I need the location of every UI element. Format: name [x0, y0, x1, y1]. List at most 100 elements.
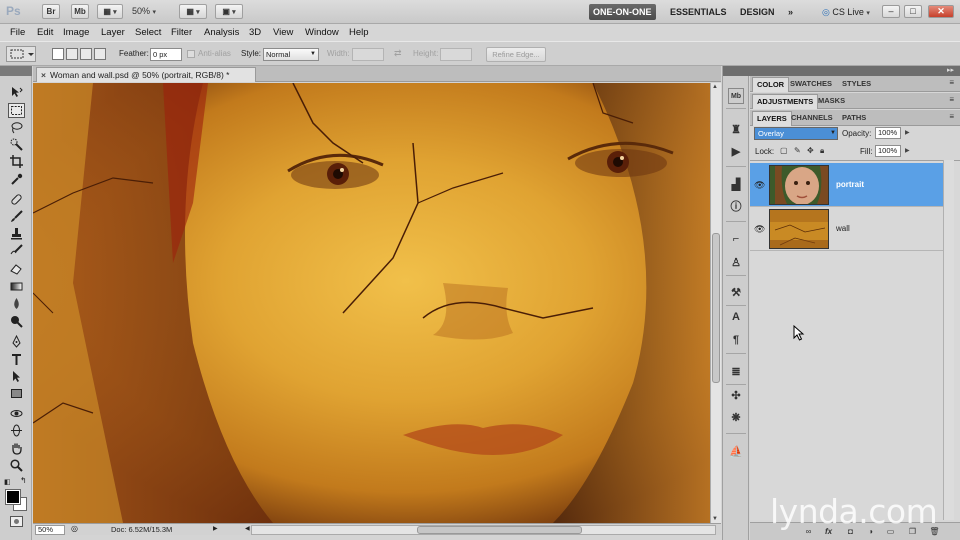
brushes-icon[interactable]: ⌐	[728, 231, 744, 247]
extras-menu-button[interactable]: ▦ ▾	[97, 4, 123, 19]
status-zoom-field[interactable]: 50%	[35, 525, 65, 535]
cs-live-button[interactable]: ◎ CS Live ▾	[822, 4, 870, 20]
tab-swatches[interactable]: SWATCHES	[786, 77, 836, 92]
panel-menu-icon[interactable]: ≡	[949, 78, 954, 87]
actions-icon[interactable]: ▶	[728, 143, 744, 159]
crop-icon[interactable]	[8, 154, 25, 169]
info-icon[interactable]: ⓘ	[728, 198, 744, 214]
default-colors-icon[interactable]: ◧	[4, 478, 11, 486]
layer-name-portrait[interactable]: portrait	[836, 180, 864, 189]
clone-source-icon[interactable]: ♙	[728, 254, 744, 270]
style-select[interactable]: Normal ▼	[263, 48, 319, 61]
screen-mode-button[interactable]: ▣ ▾	[215, 4, 243, 19]
quick-mask-button[interactable]	[10, 516, 23, 527]
tool-presets-icon[interactable]: ⚒	[728, 284, 744, 300]
zoom-icon[interactable]	[8, 458, 25, 473]
dock-grip[interactable]	[723, 66, 750, 76]
notes-icon[interactable]: ≣	[728, 363, 744, 379]
history-icon[interactable]: ♜	[728, 121, 744, 137]
menu-window[interactable]: Window	[305, 27, 339, 38]
lock-all-icon[interactable]: 🔒︎	[820, 146, 829, 155]
blend-mode-select[interactable]: Overlay	[754, 127, 838, 140]
paragraph-icon[interactable]: ¶	[728, 332, 744, 348]
refine-edge-button[interactable]: Refine Edge...	[486, 47, 546, 62]
swap-dimensions-icon[interactable]: ⇄	[394, 48, 402, 59]
navigator-icon[interactable]: ⛵	[728, 443, 744, 459]
tool-preset-picker[interactable]	[6, 46, 36, 62]
menu-filter[interactable]: Filter	[171, 27, 192, 38]
collapse-panels-icon[interactable]: ▸▸	[947, 66, 954, 74]
type-icon[interactable]	[8, 352, 25, 367]
close-button[interactable]: ✕	[928, 5, 954, 18]
hand-icon[interactable]	[8, 441, 25, 456]
maximize-button[interactable]: □	[904, 5, 922, 18]
visibility-eye-icon[interactable]: 👁︎	[754, 180, 765, 191]
panel-menu-icon[interactable]: ≡	[949, 95, 954, 104]
workspace-design[interactable]: DESIGN	[740, 4, 775, 20]
history-brush-icon[interactable]	[8, 243, 25, 258]
foreground-color-swatch[interactable]	[5, 489, 21, 505]
tab-adjustments[interactable]: ADJUSTMENTS	[752, 94, 819, 109]
lock-position-icon[interactable]: ✥	[807, 146, 816, 155]
menu-image[interactable]: Image	[63, 27, 89, 38]
status-menu-arrow-icon[interactable]: ▶	[213, 525, 218, 532]
shape-icon[interactable]	[8, 386, 25, 401]
tab-layers[interactable]: LAYERS	[752, 111, 792, 126]
scroll-up-icon[interactable]: ▲	[712, 84, 718, 90]
3d-rotate-icon[interactable]	[8, 406, 25, 421]
workspace-essentials[interactable]: ESSENTIALS	[670, 4, 727, 20]
scroll-down-icon[interactable]: ▼	[712, 516, 718, 522]
tab-paths[interactable]: PATHS	[838, 111, 870, 126]
character-icon[interactable]: A	[728, 309, 744, 325]
menu-view[interactable]: View	[273, 27, 293, 38]
eyedropper-icon[interactable]	[8, 172, 25, 187]
menu-select[interactable]: Select	[135, 27, 161, 38]
menu-file[interactable]: File	[10, 27, 25, 38]
horizontal-scrollbar[interactable]	[251, 525, 716, 535]
feather-input[interactable]: 0 px	[150, 48, 182, 61]
clone-stamp-icon[interactable]	[8, 226, 25, 241]
menu-edit[interactable]: Edit	[37, 27, 53, 38]
panel-menu-icon[interactable]: ≡	[949, 112, 954, 121]
menu-layer[interactable]: Layer	[101, 27, 125, 38]
panels-grip[interactable]: ▸▸	[750, 66, 960, 76]
animation-icon[interactable]: ❋	[728, 409, 744, 425]
3d-icon[interactable]: ✣	[728, 387, 744, 403]
tab-styles[interactable]: STYLES	[838, 77, 875, 92]
anti-alias-checkbox[interactable]	[187, 50, 195, 58]
eraser-icon[interactable]	[8, 261, 25, 276]
opacity-input[interactable]: 100%	[875, 127, 901, 139]
subtract-from-selection-button[interactable]	[80, 48, 92, 60]
marquee-icon[interactable]	[8, 103, 25, 118]
zoom-level-select[interactable]: 50% ▾	[132, 4, 174, 19]
tab-channels[interactable]: CHANNELS	[787, 111, 837, 126]
tab-color[interactable]: COLOR	[752, 77, 790, 92]
minimize-button[interactable]: –	[882, 5, 900, 18]
intersect-selection-button[interactable]	[94, 48, 106, 60]
document-profile-icon[interactable]: ◎	[71, 524, 78, 533]
3d-orbit-icon[interactable]	[8, 423, 25, 438]
arrange-documents-button[interactable]: ▦ ▾	[179, 4, 207, 19]
dodge-icon[interactable]	[8, 314, 25, 329]
fill-slider-arrow-icon[interactable]: ▶	[905, 147, 910, 154]
blur-icon[interactable]	[8, 296, 25, 311]
layer-name-wall[interactable]: wall	[836, 224, 850, 233]
lasso-icon[interactable]	[8, 120, 25, 135]
scroll-left-icon[interactable]: ◀	[245, 525, 250, 532]
path-select-icon[interactable]	[8, 369, 25, 384]
lock-transparent-icon[interactable]: ▢	[780, 146, 789, 155]
document-tab[interactable]: × Woman and wall.psd @ 50% (portrait, RGB…	[36, 67, 256, 82]
brush-icon[interactable]	[8, 209, 25, 224]
menu-analysis[interactable]: Analysis	[204, 27, 239, 38]
layers-scrollbar[interactable]	[943, 160, 954, 520]
launch-bridge-button[interactable]: Br	[42, 4, 60, 19]
swap-colors-icon[interactable]: ↰	[20, 476, 27, 485]
launch-minibridge-button[interactable]: Mb	[71, 4, 89, 19]
layer-row-wall[interactable]: 👁︎ wall	[750, 207, 943, 251]
workspace-more-button[interactable]: »	[788, 4, 793, 20]
move-icon[interactable]	[8, 85, 25, 100]
gradient-icon[interactable]	[8, 279, 25, 294]
histogram-icon[interactable]: ▟	[728, 176, 744, 192]
tools-panel-grip[interactable]	[0, 66, 32, 76]
new-selection-button[interactable]	[52, 48, 64, 60]
